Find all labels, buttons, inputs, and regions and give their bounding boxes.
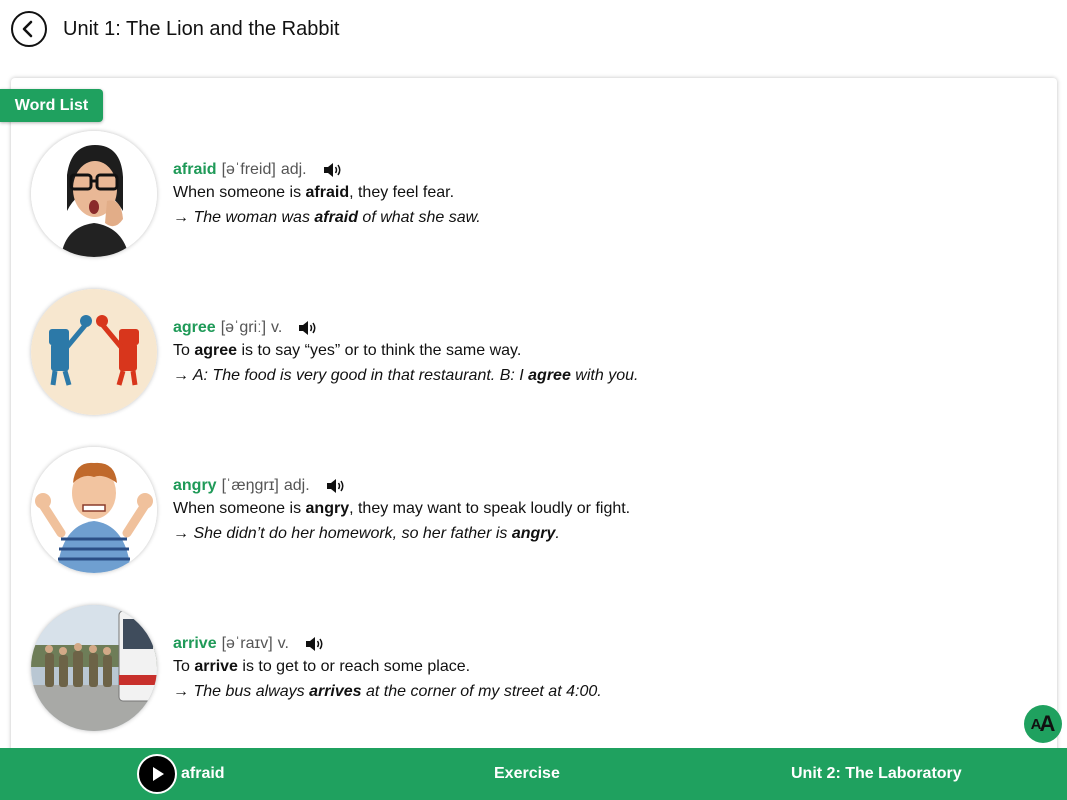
word-list-card: afraid [əˈfreid] adj. When someone is af… bbox=[11, 78, 1057, 768]
word-image-afraid bbox=[31, 131, 157, 257]
entry-definition: To arrive is to get to or reach some pla… bbox=[173, 658, 471, 675]
entry-pronunciation: [ˈæŋgrɪ] bbox=[221, 477, 279, 494]
entry-part-of-speech: adj. bbox=[283, 477, 310, 494]
chevron-left-icon bbox=[22, 20, 33, 38]
entry-example: → The woman was afraid of what she saw. bbox=[173, 209, 481, 226]
entry-pronunciation: [əˈraɪv] bbox=[221, 635, 273, 652]
list-item: arrive [əˈraɪv] v. To arrive is to get t… bbox=[31, 605, 1031, 735]
entry-definition: To agree is to say “yes” or to think the… bbox=[173, 342, 522, 359]
entry-part-of-speech: v. bbox=[271, 319, 283, 336]
footer-bar: afraid Exercise Unit 2: The Laboratory bbox=[0, 748, 1067, 800]
entry-word: afraid bbox=[173, 161, 217, 178]
entry-text: agree [əˈgriː] v. To agree is to say “ye… bbox=[173, 316, 638, 387]
list-item: agree [əˈgriː] v. To agree is to say “ye… bbox=[31, 289, 1031, 419]
entry-example: → The bus always arrives at the corner o… bbox=[173, 683, 602, 700]
entry-text: arrive [əˈraɪv] v. To arrive is to get t… bbox=[173, 632, 602, 703]
speaker-icon[interactable] bbox=[298, 320, 318, 336]
entry-part-of-speech: v. bbox=[277, 635, 289, 652]
entry-word: agree bbox=[173, 319, 216, 336]
word-list-tab[interactable]: Word List bbox=[0, 89, 103, 122]
entry-definition: When someone is angry, they may want to … bbox=[173, 500, 631, 517]
exercise-button[interactable]: Exercise bbox=[494, 765, 560, 783]
entry-word: arrive bbox=[173, 635, 217, 652]
play-icon bbox=[153, 767, 164, 781]
header: Unit 1: The Lion and the Rabbit bbox=[0, 0, 1067, 62]
entry-definition: When someone is afraid, they feel fear. bbox=[173, 184, 455, 201]
play-button[interactable] bbox=[137, 754, 177, 794]
back-button[interactable] bbox=[11, 11, 47, 47]
next-unit-button[interactable]: Unit 2: The Laboratory bbox=[791, 765, 962, 783]
entry-text: angry [ˈæŋgrɪ] adj. When someone is angr… bbox=[173, 474, 630, 545]
word-image-arrive bbox=[31, 605, 157, 731]
speaker-icon[interactable] bbox=[326, 478, 346, 494]
word-image-agree bbox=[31, 289, 157, 415]
entry-example: → A: The food is very good in that resta… bbox=[173, 367, 639, 384]
entry-pronunciation: [əˈfreid] bbox=[221, 161, 276, 178]
current-word: afraid bbox=[181, 765, 225, 782]
entry-word: angry bbox=[173, 477, 217, 494]
entry-example: → She didn’t do her homework, so her fat… bbox=[173, 525, 560, 542]
speaker-icon[interactable] bbox=[305, 636, 325, 652]
list-item: afraid [əˈfreid] adj. When someone is af… bbox=[31, 131, 1031, 261]
entry-pronunciation: [əˈgriː] bbox=[220, 319, 267, 336]
speaker-icon[interactable] bbox=[323, 162, 343, 178]
page-title: Unit 1: The Lion and the Rabbit bbox=[63, 18, 340, 40]
list-item: angry [ˈæŋgrɪ] adj. When someone is angr… bbox=[31, 447, 1031, 577]
word-image-angry bbox=[31, 447, 157, 573]
entry-text: afraid [əˈfreid] adj. When someone is af… bbox=[173, 158, 481, 229]
font-size-button[interactable]: AA bbox=[1024, 705, 1062, 743]
entry-part-of-speech: adj. bbox=[280, 161, 307, 178]
